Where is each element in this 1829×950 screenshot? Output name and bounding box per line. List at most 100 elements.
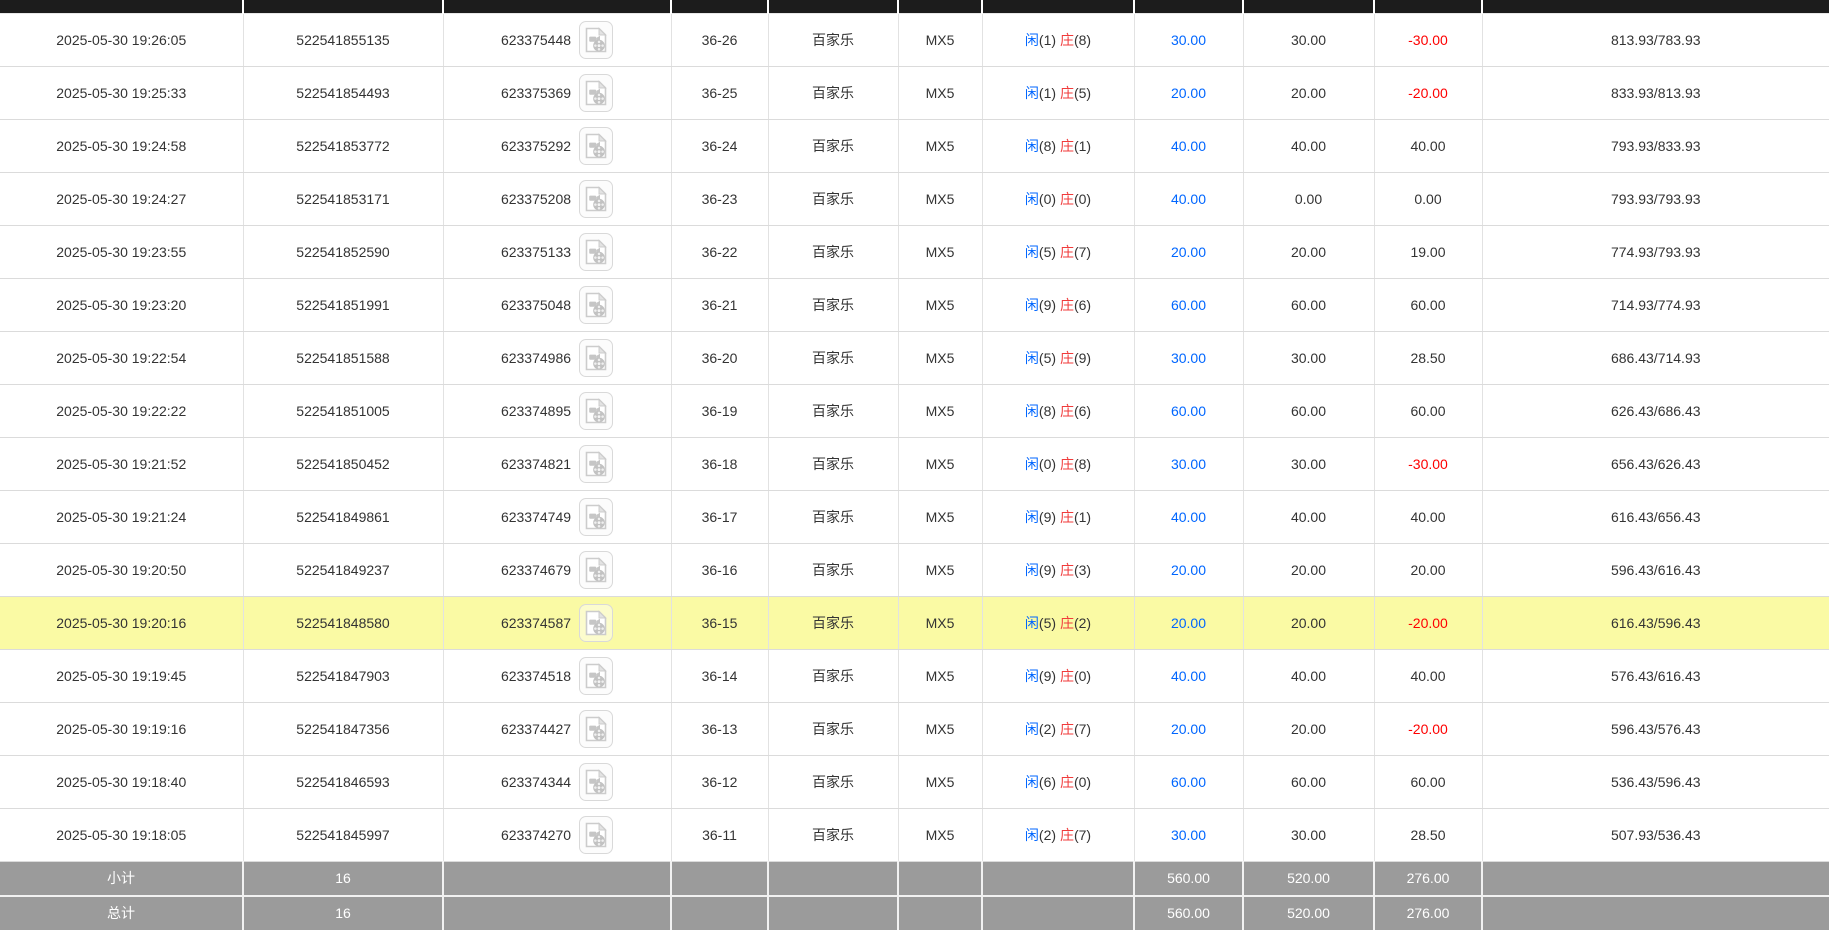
cell-valid-bet: 20.00 — [1243, 597, 1374, 650]
cell-winloss: 20.00 — [1374, 544, 1482, 597]
video-file-icon — [585, 345, 607, 371]
cell-result: 闲(0) 庄(8) — [982, 438, 1134, 491]
table-row[interactable]: 2025-05-30 19:24:27 522541853171 6233752… — [0, 173, 1829, 226]
cell-bet-amount[interactable]: 20.00 — [1134, 703, 1243, 756]
total-empty-cell — [768, 896, 898, 930]
table-row[interactable]: 2025-05-30 19:21:52 522541850452 6233748… — [0, 438, 1829, 491]
result-player-score: (5) — [1039, 350, 1056, 366]
table-row[interactable]: 2025-05-30 19:22:54 522541851588 6233749… — [0, 332, 1829, 385]
video-replay-button[interactable] — [579, 445, 613, 483]
cell-bet-amount[interactable]: 40.00 — [1134, 491, 1243, 544]
video-replay-button[interactable] — [579, 286, 613, 324]
video-replay-button[interactable] — [579, 604, 613, 642]
cell-time: 2025-05-30 19:18:05 — [0, 809, 243, 862]
video-replay-button[interactable] — [579, 710, 613, 748]
table-row[interactable]: 2025-05-30 19:18:05 522541845997 6233742… — [0, 809, 1829, 862]
cell-time: 2025-05-30 19:21:24 — [0, 491, 243, 544]
cell-bet-amount[interactable]: 40.00 — [1134, 173, 1243, 226]
cell-bet-amount[interactable]: 40.00 — [1134, 650, 1243, 703]
table-footer: 小计 16 560.00 520.00 276.00 总计 16 — [0, 862, 1829, 930]
cell-balance: 813.93/783.93 — [1482, 14, 1829, 67]
table-row[interactable]: 2025-05-30 19:20:50 522541849237 6233746… — [0, 544, 1829, 597]
cell-game: 百家乐 — [768, 756, 898, 809]
cell-game-id: 623375048 — [443, 279, 671, 332]
video-replay-button[interactable] — [579, 21, 613, 59]
cell-valid-bet: 20.00 — [1243, 226, 1374, 279]
game-round-id: 623374749 — [501, 509, 571, 525]
video-replay-button[interactable] — [579, 816, 613, 854]
cell-game-id: 623375448 — [443, 14, 671, 67]
cell-bet-amount[interactable]: 30.00 — [1134, 809, 1243, 862]
result-banker-label: 庄 — [1060, 721, 1074, 737]
table-row[interactable]: 2025-05-30 19:22:22 522541851005 6233748… — [0, 385, 1829, 438]
table-row[interactable]: 2025-05-30 19:25:33 522541854493 6233753… — [0, 67, 1829, 120]
result-player-score: (9) — [1039, 562, 1056, 578]
result-player-score: (0) — [1039, 191, 1056, 207]
cell-table: MX5 — [898, 173, 982, 226]
game-round-id: 623374821 — [501, 456, 571, 472]
table-row[interactable]: 2025-05-30 19:23:20 522541851991 6233750… — [0, 279, 1829, 332]
cell-valid-bet: 20.00 — [1243, 703, 1374, 756]
table-header — [0, 0, 1829, 14]
table-row[interactable]: 2025-05-30 19:19:16 522541847356 6233744… — [0, 703, 1829, 756]
cell-table: MX5 — [898, 14, 982, 67]
video-replay-button[interactable] — [579, 74, 613, 112]
table-row[interactable]: 2025-05-30 19:26:05 522541855135 6233754… — [0, 14, 1829, 67]
cell-bet-amount[interactable]: 30.00 — [1134, 332, 1243, 385]
cell-winloss: -30.00 — [1374, 14, 1482, 67]
total-empty-cell — [898, 896, 982, 930]
cell-balance: 536.43/596.43 — [1482, 756, 1829, 809]
video-replay-button[interactable] — [579, 180, 613, 218]
cell-game: 百家乐 — [768, 650, 898, 703]
result-banker-label: 庄 — [1060, 456, 1074, 472]
cell-bet-amount[interactable]: 60.00 — [1134, 385, 1243, 438]
cell-order-id: 522541851588 — [243, 332, 443, 385]
cell-bet-amount[interactable]: 20.00 — [1134, 597, 1243, 650]
cell-result: 闲(9) 庄(1) — [982, 491, 1134, 544]
cell-round: 36-19 — [671, 385, 768, 438]
cell-bet-amount[interactable]: 20.00 — [1134, 226, 1243, 279]
cell-game-id: 623374270 — [443, 809, 671, 862]
cell-game: 百家乐 — [768, 120, 898, 173]
table-row[interactable]: 2025-05-30 19:21:24 522541849861 6233747… — [0, 491, 1829, 544]
cell-winloss: 60.00 — [1374, 279, 1482, 332]
result-banker-score: (6) — [1074, 297, 1091, 313]
cell-bet-amount[interactable]: 20.00 — [1134, 67, 1243, 120]
cell-winloss: 40.00 — [1374, 491, 1482, 544]
cell-game-id: 623374986 — [443, 332, 671, 385]
table-row[interactable]: 2025-05-30 19:20:16 522541848580 6233745… — [0, 597, 1829, 650]
total-empty-cell — [671, 896, 768, 930]
table-row[interactable]: 2025-05-30 19:23:55 522541852590 6233751… — [0, 226, 1829, 279]
cell-valid-bet: 40.00 — [1243, 491, 1374, 544]
cell-bet-amount[interactable]: 40.00 — [1134, 120, 1243, 173]
cell-round: 36-17 — [671, 491, 768, 544]
game-round-id: 623375292 — [501, 138, 571, 154]
video-replay-button[interactable] — [579, 339, 613, 377]
video-replay-button[interactable] — [579, 392, 613, 430]
total-count: 16 — [243, 896, 443, 930]
cell-result: 闲(5) 庄(9) — [982, 332, 1134, 385]
cell-game-id: 623374518 — [443, 650, 671, 703]
result-banker-score: (1) — [1074, 138, 1091, 154]
cell-result: 闲(9) 庄(0) — [982, 650, 1134, 703]
cell-bet-amount[interactable]: 20.00 — [1134, 544, 1243, 597]
cell-time: 2025-05-30 19:23:55 — [0, 226, 243, 279]
video-file-icon — [585, 398, 607, 424]
result-player-score: (1) — [1039, 32, 1056, 48]
video-replay-button[interactable] — [579, 763, 613, 801]
table-row[interactable]: 2025-05-30 19:19:45 522541847903 6233745… — [0, 650, 1829, 703]
cell-bet-amount[interactable]: 60.00 — [1134, 756, 1243, 809]
table-row[interactable]: 2025-05-30 19:24:58 522541853772 6233752… — [0, 120, 1829, 173]
video-replay-button[interactable] — [579, 551, 613, 589]
video-replay-button[interactable] — [579, 233, 613, 271]
video-replay-button[interactable] — [579, 127, 613, 165]
video-replay-button[interactable] — [579, 657, 613, 695]
video-replay-button[interactable] — [579, 498, 613, 536]
cell-bet-amount[interactable]: 30.00 — [1134, 438, 1243, 491]
cell-bet-amount[interactable]: 60.00 — [1134, 279, 1243, 332]
cell-bet-amount[interactable]: 30.00 — [1134, 14, 1243, 67]
cell-balance: 576.43/616.43 — [1482, 650, 1829, 703]
table-row[interactable]: 2025-05-30 19:18:40 522541846593 6233743… — [0, 756, 1829, 809]
cell-order-id: 522541846593 — [243, 756, 443, 809]
cell-table: MX5 — [898, 703, 982, 756]
